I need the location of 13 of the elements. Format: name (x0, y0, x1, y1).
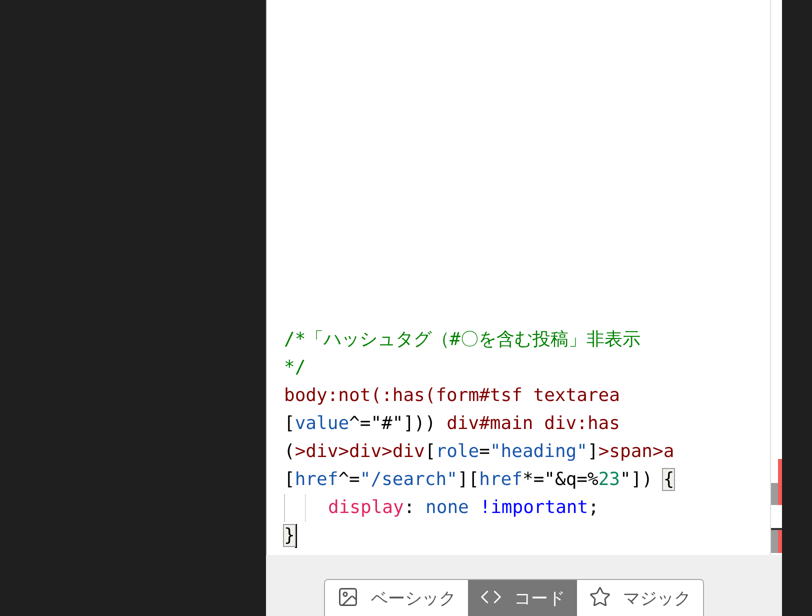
code-line: } (284, 522, 297, 550)
scrollbar[interactable] (770, 0, 782, 555)
code-line: (>div>div>div[role="heading"]>span>a (284, 440, 674, 464)
code-line: body:not(:has(form#tsf textarea (284, 384, 620, 408)
code-line: [href^="/search"][href*="&q=%23"]) { (284, 468, 674, 492)
star-icon (589, 586, 611, 608)
image-icon (337, 586, 359, 608)
text-cursor (294, 524, 297, 548)
mode-tab[interactable]: コード (468, 580, 577, 616)
code-line: */ (284, 356, 306, 380)
code-line: display: none !important; (284, 494, 599, 522)
code-line: [value^="#"])) div#main div:has (284, 412, 620, 436)
code-line: /*「ハッシュタグ（#〇を含む投稿」非表示 (284, 328, 641, 352)
